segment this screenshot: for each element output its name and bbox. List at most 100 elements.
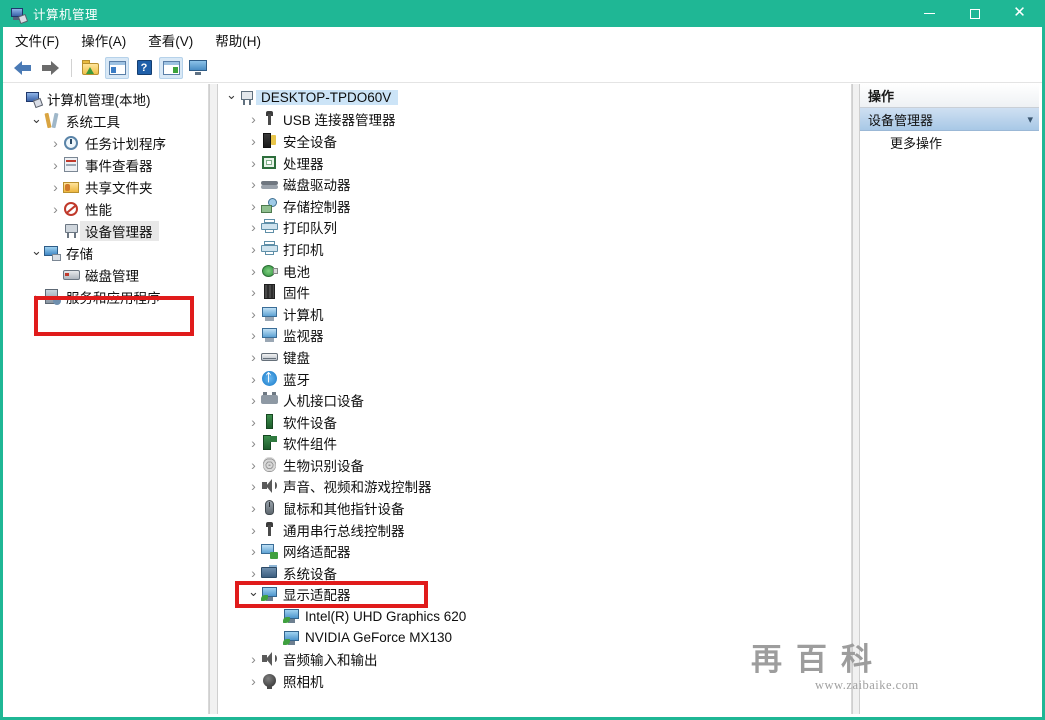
console-tree-pane[interactable]: 计算机管理(本地) 系统工具任务计划程序事件查看器共享文件夹性能设备管理器存储磁盘… (6, 84, 209, 714)
chevron-right-icon[interactable] (246, 112, 261, 126)
chevron-right-icon[interactable] (246, 652, 261, 666)
menu-action[interactable]: 操作(A) (81, 28, 138, 52)
chevron-right-icon[interactable] (246, 220, 261, 234)
chevron-right-icon[interactable] (246, 285, 261, 299)
console-tree-item[interactable]: 计算机管理(本地) (6, 88, 208, 110)
device-list-pane[interactable]: DESKTOP-TPDO60V USB 连接器管理器安全设备处理器磁盘驱动器存储控… (218, 84, 852, 714)
device-tree-item[interactable]: 固件 (218, 281, 851, 303)
device-tree-item[interactable]: 鼠标和其他指针设备 (218, 497, 851, 519)
device-tree-item-label: DESKTOP-TPDO60V (256, 90, 399, 106)
chevron-right-icon[interactable] (246, 674, 261, 688)
tree-list-splitter[interactable] (209, 84, 218, 714)
close-icon: ✕ (1013, 4, 1026, 21)
device-tree-item[interactable]: 照相机 (218, 670, 851, 692)
actions-pane-title[interactable]: 设备管理器 ▾ (860, 108, 1039, 131)
device-tree-item[interactable]: 音频输入和输出 (218, 648, 851, 670)
forward-button[interactable] (38, 57, 62, 79)
maximize-button[interactable] (952, 0, 997, 27)
chevron-down-icon[interactable] (246, 588, 261, 601)
device-tree-item[interactable]: 磁盘驱动器 (218, 173, 851, 195)
chevron-right-icon[interactable] (246, 436, 261, 450)
device-tree-item[interactable]: DESKTOP-TPDO60V (218, 87, 851, 109)
device-tree-item[interactable]: 计算机 (218, 303, 851, 325)
close-button[interactable]: ✕ (997, 0, 1042, 27)
chevron-right-icon[interactable] (48, 158, 63, 172)
chevron-right-icon[interactable] (246, 177, 261, 191)
device-tree-item[interactable]: 网络适配器 (218, 540, 851, 562)
device-tree-item[interactable]: 软件组件 (218, 433, 851, 455)
chevron-right-icon[interactable] (246, 544, 261, 558)
console-tree-item[interactable]: 共享文件夹 (6, 176, 208, 198)
mouse-icon (261, 500, 278, 516)
chevron-right-icon[interactable] (246, 350, 261, 364)
chevron-right-icon[interactable] (246, 156, 261, 170)
chevron-right-icon[interactable] (246, 264, 261, 278)
device-tree-item[interactable]: NVIDIA GeForce MX130 (218, 627, 851, 649)
device-tree-item[interactable]: 显示适配器 (218, 584, 851, 606)
device-tree-item-label: 音频输入和输出 (283, 653, 378, 669)
device-tree-item[interactable]: 打印机 (218, 238, 851, 260)
chevron-right-icon[interactable] (246, 134, 261, 148)
chevron-right-icon[interactable] (246, 328, 261, 342)
device-tree-item[interactable]: 键盘 (218, 346, 851, 368)
device-tree-item[interactable]: 处理器 (218, 152, 851, 174)
device-tree-item[interactable]: 存储控制器 (218, 195, 851, 217)
device-tree-item-label: 固件 (283, 286, 310, 302)
menu-help[interactable]: 帮助(H) (215, 28, 273, 52)
chevron-right-icon[interactable] (246, 393, 261, 407)
display-properties-button[interactable] (186, 57, 210, 79)
device-tree-item[interactable]: 通用串行总线控制器 (218, 519, 851, 541)
device-tree-item[interactable]: 安全设备 (218, 130, 851, 152)
chevron-right-icon[interactable] (246, 479, 261, 493)
chevron-down-icon[interactable] (29, 247, 44, 260)
device-tree-item[interactable]: 监视器 (218, 325, 851, 347)
device-tree-item[interactable]: Intel(R) UHD Graphics 620 (218, 605, 851, 627)
chevron-right-icon[interactable] (246, 199, 261, 213)
device-tree-item[interactable]: 电池 (218, 260, 851, 282)
console-tree-item[interactable]: 磁盘管理 (6, 264, 208, 286)
show-action-pane-button[interactable] (159, 56, 183, 79)
chevron-right-icon[interactable] (246, 523, 261, 537)
device-tree-item[interactable]: 打印队列 (218, 217, 851, 239)
chevron-down-icon[interactable] (224, 91, 239, 104)
chevron-right-icon[interactable] (48, 202, 63, 216)
chevron-right-icon[interactable] (246, 566, 261, 580)
console-tree-item[interactable]: 事件查看器 (6, 154, 208, 176)
chevron-right-icon[interactable] (48, 180, 63, 194)
chevron-right-icon[interactable] (48, 136, 63, 150)
show-console-tree-button[interactable] (105, 56, 129, 79)
console-tree-item[interactable]: 设备管理器 (6, 220, 208, 242)
device-tree-item[interactable]: 人机接口设备 (218, 389, 851, 411)
monitor-icon (261, 327, 278, 343)
minimize-button[interactable] (907, 0, 952, 27)
back-button[interactable] (11, 57, 35, 79)
device-tree-item[interactable]: USB 连接器管理器 (218, 109, 851, 131)
device-tree-item[interactable]: 系统设备 (218, 562, 851, 584)
chevron-down-icon[interactable] (29, 115, 44, 128)
chevron-right-icon[interactable] (246, 415, 261, 429)
system-tools-icon (44, 112, 61, 129)
chevron-right-icon[interactable] (246, 242, 261, 256)
chevron-right-icon[interactable] (246, 372, 261, 386)
bluetooth-icon: ᛏ (261, 370, 278, 387)
console-tree-item[interactable]: 存储 (6, 242, 208, 264)
chevron-right-icon[interactable] (246, 307, 261, 321)
device-tree-item[interactable]: 生物识别设备 (218, 454, 851, 476)
console-tree-item[interactable]: 服务和应用程序 (6, 286, 208, 308)
system-device-icon (261, 564, 278, 581)
menu-file[interactable]: 文件(F) (15, 28, 71, 52)
list-actions-splitter[interactable] (852, 84, 860, 714)
chevron-right-icon[interactable] (29, 290, 44, 304)
chevron-right-icon[interactable] (246, 458, 261, 472)
device-tree-item[interactable]: ᛏ 蓝牙 (218, 368, 851, 390)
more-actions-item[interactable]: 更多操作 (860, 131, 1039, 153)
console-tree-item[interactable]: 系统工具 (6, 110, 208, 132)
menu-view[interactable]: 查看(V) (148, 28, 205, 52)
chevron-right-icon[interactable] (246, 501, 261, 515)
help-button[interactable]: ? (132, 57, 156, 79)
console-tree-item[interactable]: 任务计划程序 (6, 132, 208, 154)
up-one-level-button[interactable] (78, 57, 102, 79)
device-tree-item[interactable]: 软件设备 (218, 411, 851, 433)
console-tree-item[interactable]: 性能 (6, 198, 208, 220)
device-tree-item[interactable]: 声音、视频和游戏控制器 (218, 476, 851, 498)
